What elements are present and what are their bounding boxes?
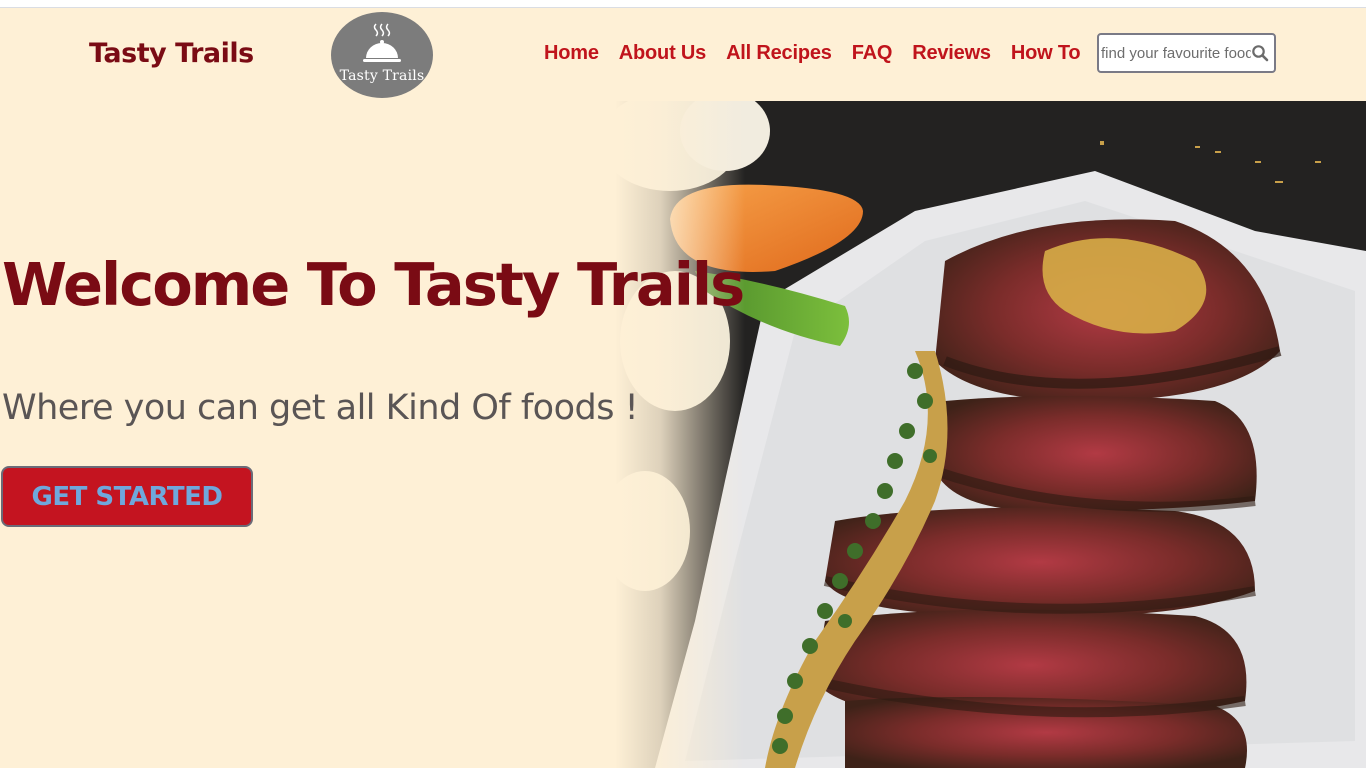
brand-name[interactable]: Tasty Trails: [89, 38, 254, 69]
nav-about-us[interactable]: About Us: [619, 42, 706, 65]
main-nav: Home About Us All Recipes FAQ Reviews Ho…: [544, 42, 1081, 65]
nav-home[interactable]: Home: [544, 42, 599, 65]
hero-image-fade: [615, 101, 745, 768]
nav-how-to[interactable]: How To: [1011, 42, 1081, 65]
nav-all-recipes[interactable]: All Recipes: [726, 42, 832, 65]
site-logo[interactable]: Tasty Trails: [331, 12, 433, 98]
browser-top-edge: [0, 0, 1366, 8]
hero-subtitle: Where you can get all Kind Of foods !: [2, 388, 639, 428]
hero-title: Welcome To Tasty Trails: [2, 250, 745, 319]
nav-faq[interactable]: FAQ: [852, 42, 893, 65]
site-header: Tasty Trails Tasty Trails Home About Us …: [0, 8, 1366, 101]
search-icon[interactable]: [1251, 44, 1269, 62]
get-started-button[interactable]: GET STARTED: [1, 466, 253, 527]
logo-text: Tasty Trails: [339, 68, 425, 84]
cloche-icon: [363, 23, 401, 62]
search-input[interactable]: [1101, 41, 1251, 65]
hero-food-image: [615, 101, 1366, 768]
search-box: [1097, 33, 1276, 73]
nav-reviews[interactable]: Reviews: [912, 42, 991, 65]
